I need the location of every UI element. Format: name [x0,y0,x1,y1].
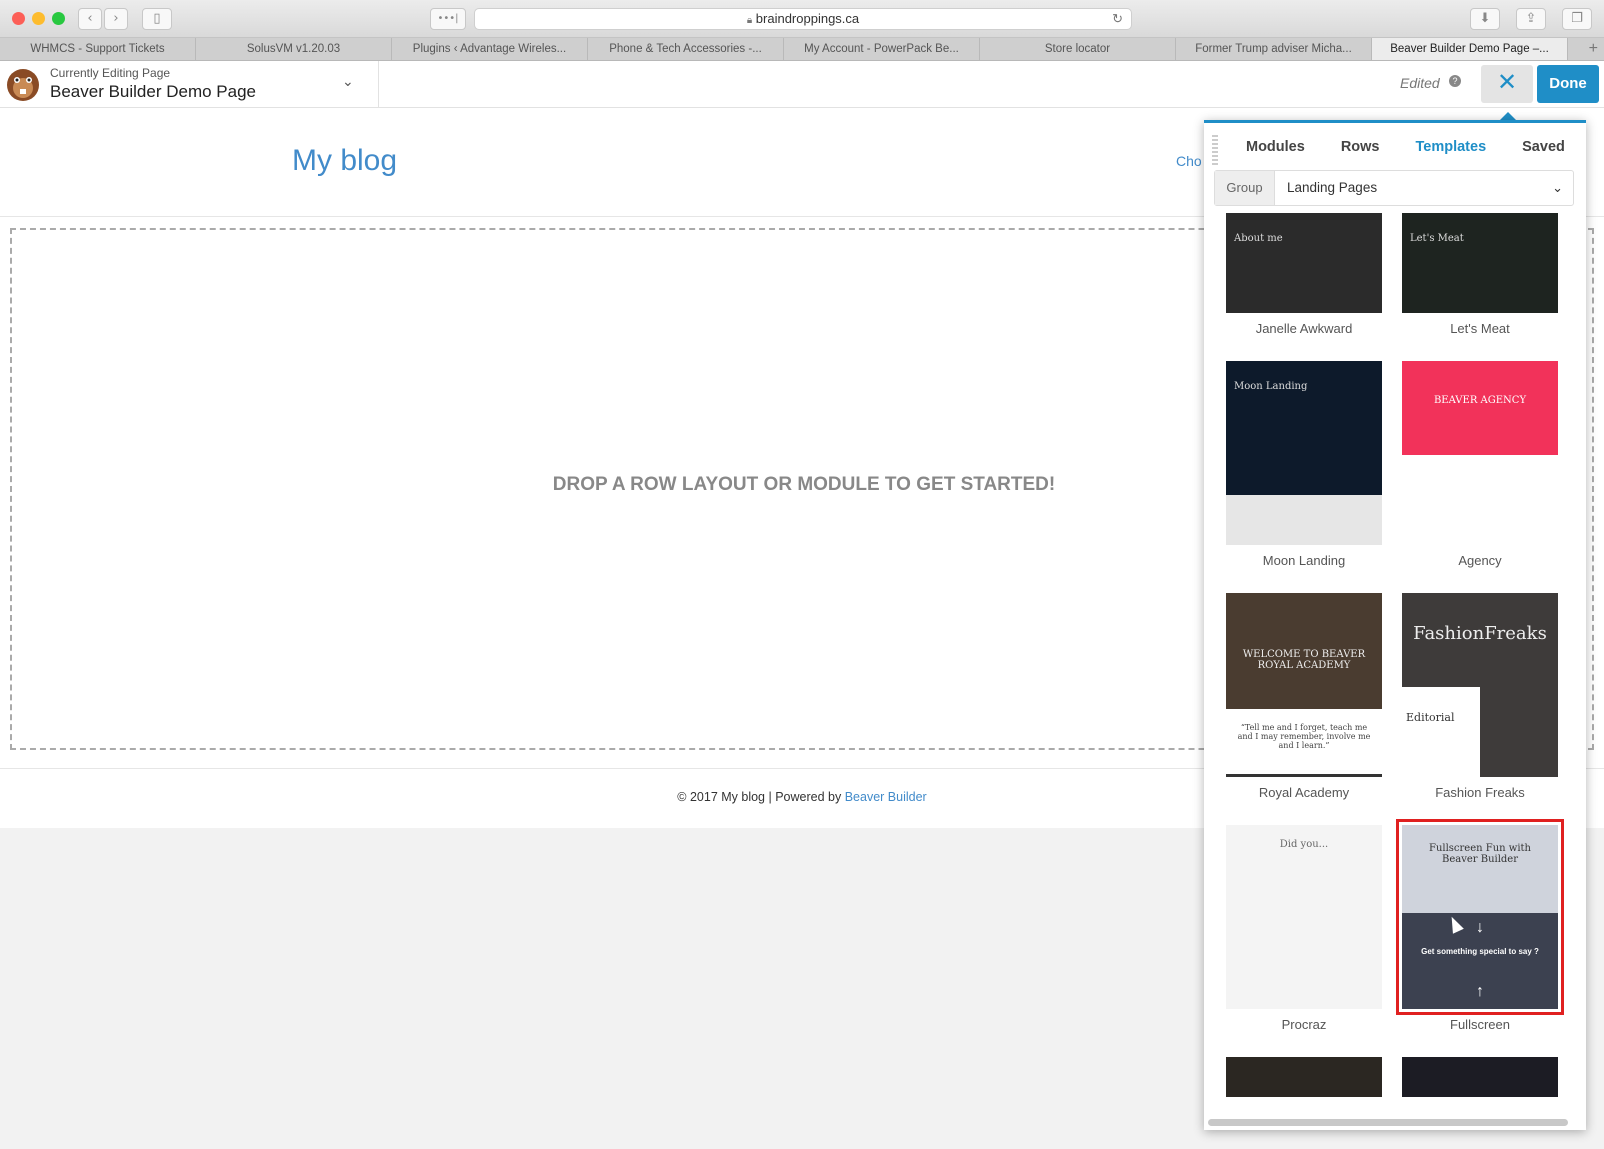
template-thumbnail[interactable]: About me [1226,213,1382,313]
template-thumbnail[interactable]: Let's Meat [1402,213,1558,313]
panel-tabs: Modules Rows Templates Saved [1228,139,1583,155]
nav-link-partial[interactable]: Cho [1176,153,1202,169]
thumbnail-editorial: Editorial [1402,687,1480,777]
thumbnail-heading: Moon Landing [1234,381,1308,392]
template-name: Agency [1458,553,1502,568]
group-select[interactable]: Group Landing Pages ⌄ [1214,170,1574,206]
tab-templates[interactable]: Templates [1397,139,1504,155]
browser-tab[interactable]: Phone & Tech Accessories -... [588,38,784,60]
thumbnail-upper-section [1402,825,1558,913]
browser-tab[interactable]: Former Trump adviser Micha... [1176,38,1372,60]
browser-toolbar: ‹ › ▯ •••| 🔒︎ braindroppings.ca ↻ ⬇ ⇪ ❐ [0,0,1604,38]
arrow-down-icon: ↓ [1476,919,1484,936]
browser-tab[interactable]: SolusVM v1.20.03 [196,38,392,60]
lock-icon: 🔒︎ [746,15,753,26]
close-panel-button[interactable]: ✕ [1481,65,1533,103]
template-name: Janelle Awkward [1255,321,1353,336]
group-value: Landing Pages [1287,180,1378,195]
tabs-overview-icon[interactable]: ❐ [1562,8,1592,30]
footer-link[interactable]: Beaver Builder [845,790,927,804]
template-thumbnail-partial[interactable] [1402,1057,1558,1097]
new-tab-icon[interactable]: + [1589,38,1598,60]
drag-handle-icon[interactable] [1212,135,1218,165]
template-thumbnail[interactable]: Did you... [1226,825,1382,1009]
template-thumbnail-partial[interactable] [1226,1057,1382,1097]
thumbnail-lower-section [1402,455,1558,545]
url-text: braindroppings.ca [755,11,860,26]
close-window-icon[interactable] [12,12,25,25]
template-name: Fullscreen [1450,1017,1510,1032]
thumbnail-lower-section [1226,495,1382,545]
help-icon[interactable]: ? [1449,75,1461,87]
done-button[interactable]: Done [1537,65,1599,103]
thumbnail-heading: BEAVER AGENCY [1433,395,1527,406]
maximize-window-icon[interactable] [52,12,65,25]
template-name: Let's Meat [1450,321,1510,336]
thumbnail-heading: Fullscreen Fun with Beaver Builder [1429,843,1531,865]
template-name: Procraz [1281,1017,1327,1032]
reader-dots-icon[interactable]: •••| [430,8,466,30]
template-thumbnail[interactable]: BEAVER AGENCY [1402,361,1558,545]
chevron-down-icon[interactable]: ⌄ [342,73,354,90]
template-thumbnail[interactable]: Fullscreen Fun with Beaver Builder Get so… [1396,819,1564,1015]
thumbnail-heading: About me [1234,233,1283,244]
address-bar[interactable]: 🔒︎ braindroppings.ca ↻ [474,8,1132,30]
template-name: Fashion Freaks [1435,785,1525,800]
chevron-down-icon: ⌄ [1552,180,1563,195]
sidebar-toggle-icon[interactable]: ▯ [142,8,172,30]
footer-copyright: © 2017 My blog | Powered by [677,790,845,804]
divider [378,61,379,108]
horizontal-scrollbar[interactable] [1208,1119,1568,1126]
reload-icon[interactable]: ↻ [1112,9,1123,29]
template-name: Royal Academy [1258,785,1350,800]
template-thumbnail[interactable]: Moon Landing [1226,361,1382,545]
thumbnail-heading: WELCOME TO BEAVER ROYAL ACADEMY [1242,649,1366,671]
template-thumbnail[interactable]: WELCOME TO BEAVER ROYAL ACADEMY “Tell me … [1226,593,1382,777]
thumbnail-heading: Let's Meat [1410,233,1464,244]
thumbnail-heading: FashionFreaks [1413,623,1547,644]
share-icon[interactable]: ⇪ [1516,8,1546,30]
group-label: Group [1215,171,1275,205]
minimize-window-icon[interactable] [32,12,45,25]
edited-status: Edited [1400,75,1440,91]
thumbnail-heading: Did you... [1279,839,1329,850]
thumbnail-quote: “Tell me and I forget, teach me and I ma… [1226,709,1382,777]
browser-tab[interactable]: My Account - PowerPack Be... [784,38,980,60]
tab-saved[interactable]: Saved [1504,139,1583,155]
beaver-logo-icon [7,69,39,101]
tab-modules[interactable]: Modules [1228,139,1323,155]
back-arrow-icon[interactable]: ‹ [78,8,102,30]
blog-title[interactable]: My blog [292,144,397,178]
tab-rows[interactable]: Rows [1323,139,1398,155]
browser-tab[interactable]: WHMCS - Support Tickets [0,38,196,60]
template-thumbnail[interactable]: FashionFreaks Editorial [1402,593,1558,777]
download-icon[interactable]: ⬇ [1470,8,1500,30]
tab-strip: WHMCS - Support Tickets SolusVM v1.20.03 P… [0,38,1604,61]
browser-tab[interactable]: Beaver Builder Demo Page –... [1372,38,1568,60]
template-name: Moon Landing [1262,553,1346,568]
browser-tab[interactable]: Store locator [980,38,1176,60]
builder-topbar: Currently Editing Page Beaver Builder De… [0,61,1604,108]
currently-editing-label: Currently Editing Page [50,66,171,80]
thumbnail-subheading: Get something special to say ? [1421,947,1539,956]
browser-tab[interactable]: Plugins ‹ Advantage Wireles... [392,38,588,60]
templates-panel: Modules Rows Templates Saved Group Landing … [1204,120,1586,1130]
page-title[interactable]: Beaver Builder Demo Page [50,82,256,102]
arrow-up-icon: ↑ [1476,983,1484,1000]
forward-arrow-icon[interactable]: › [104,8,128,30]
